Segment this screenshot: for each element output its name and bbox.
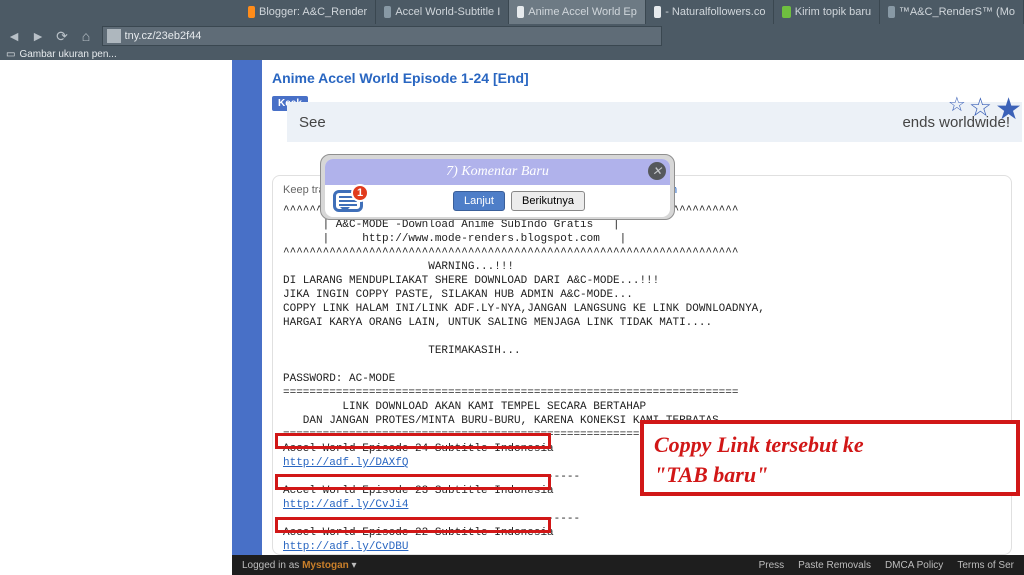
notification-badge: 1 [351,184,369,202]
callout-line2: "TAB baru" [654,462,768,487]
tab-kirim-topik[interactable]: Kirim topik baru [774,0,880,24]
bookmarks-bar: ▭ Gambar ukuran pen... [0,48,1024,60]
favicon-blogger [248,6,255,18]
banner-stars: ☆ ☆ ★ [948,92,1022,127]
back-button[interactable]: ◄ [6,28,22,44]
tab-anime-accel[interactable]: Anime Accel World Ep [509,0,646,24]
favicon-generic [384,6,391,18]
footer-press[interactable]: Press [759,560,785,571]
annotation-callout: Coppy Link tersebut ke "TAB baru" [640,420,1020,496]
favicon-generic [517,6,524,18]
home-button[interactable]: ⌂ [78,28,94,44]
tab-label: - Naturalfollowers.co [665,6,765,18]
browser-chrome: Blogger: A&C_Render Accel World-Subtitle… [0,0,1024,60]
tab-label: Blogger: A&C_Render [259,6,367,18]
ep23-link[interactable]: http://adf.ly/CvJi4 [283,499,408,511]
star-icon: ★ [995,92,1022,127]
promo-banner: See ends worldwide! ☆ ☆ ★ [287,102,1022,142]
tab-ac-renders[interactable]: ™A&C_RenderS™ (Mo [880,0,1024,24]
address-bar[interactable] [102,26,662,46]
tab-label: Kirim topik baru [795,6,871,18]
callout-line1: Coppy Link tersebut ke [654,432,864,457]
favicon-generic [654,6,661,18]
tab-accel-subtitle[interactable]: Accel World-Subtitle I [376,0,509,24]
reload-button[interactable]: ⟳ [54,28,70,45]
footer-links: Press Paste Removals DMCA Policy Terms o… [759,560,1014,571]
left-blue-strip [232,60,262,575]
bookmark-doc-icon: ▭ [6,49,15,60]
star-icon: ☆ [948,92,966,127]
comment-icon: 1 [333,190,363,212]
page-icon [107,29,121,43]
favicon-generic [888,6,895,18]
berikutnya-button[interactable]: Berikutnya [511,191,585,211]
tab-label: ™A&C_RenderS™ (Mo [899,6,1015,18]
lanjut-button[interactable]: Lanjut [453,191,505,211]
tab-blogger[interactable]: Blogger: A&C_Render [240,0,376,24]
favicon-forum [782,6,790,18]
tab-naturalfollowers[interactable]: - Naturalfollowers.co [646,0,775,24]
notification-title: 7) Komentar Baru ✕ [325,159,670,185]
username[interactable]: Mystogan [302,560,349,571]
bookmark-item[interactable]: Gambar ukuran pen... [19,49,116,60]
ep22-link[interactable]: http://adf.ly/CvDBU [283,541,408,553]
notification-close-button[interactable]: ✕ [648,162,666,180]
page-title: Anime Accel World Episode 1-24 [End] [262,60,1024,94]
paste-text: ^^^^^^^^^^^^^^^^^^^^^^^^^^^^^^^^^^^^^^^^… [283,204,1001,555]
toolbar: ◄ ► ⟳ ⌂ [0,24,1024,48]
paste-container: Keep track of when your favorite TV Show… [272,175,1012,555]
footer-dmca[interactable]: DMCA Policy [885,560,943,571]
banner-prefix: See [299,114,326,131]
star-icon: ☆ [969,92,992,127]
forward-button[interactable]: ► [30,28,46,44]
footer-paste-removals[interactable]: Paste Removals [798,560,871,571]
ep24-link[interactable]: http://adf.ly/DAXfQ [283,457,408,469]
tab-strip: Blogger: A&C_Render Accel World-Subtitle… [0,0,1024,24]
notification-popup: 7) Komentar Baru ✕ 1 Lanjut Berikutnya [320,154,675,220]
tab-label: Accel World-Subtitle I [395,6,500,18]
page: Anime Accel World Episode 1-24 [End] Kee… [0,60,1024,575]
address-input[interactable] [125,30,657,42]
status-bar: Logged in as Mystogan ▾ Press Paste Remo… [232,555,1024,575]
footer-terms[interactable]: Terms of Ser [957,560,1014,571]
login-status: Logged in as Mystogan ▾ [242,560,357,571]
tab-label: Anime Accel World Ep [528,6,637,18]
